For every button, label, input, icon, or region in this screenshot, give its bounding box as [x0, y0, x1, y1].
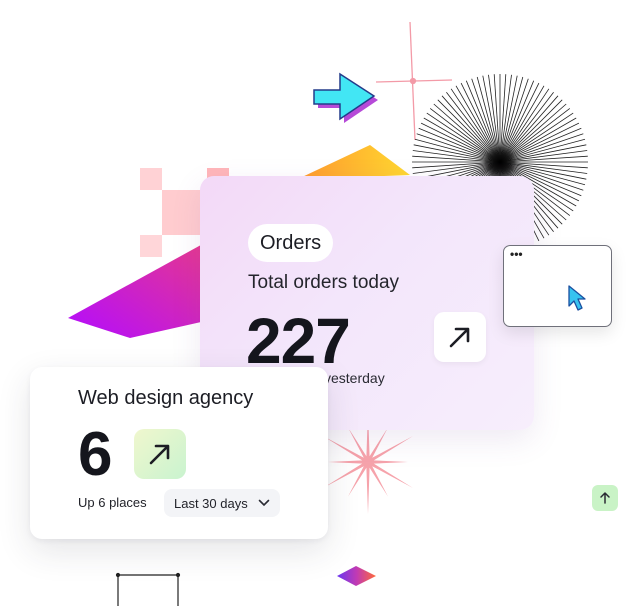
- orders-arrow-button[interactable]: [434, 312, 486, 362]
- orders-comparison-text: yesterday: [324, 370, 385, 386]
- window-dots: •••: [510, 247, 523, 261]
- orders-subtitle: Total orders today: [248, 272, 400, 293]
- yellow-triangle-shape: [300, 145, 410, 178]
- cursor-arrow-icon: [568, 285, 586, 311]
- arrow-up-right-icon: [449, 327, 470, 348]
- gradient-diamond-shape: [337, 566, 376, 586]
- period-select[interactable]: Last 30 days: [164, 489, 280, 517]
- agency-note: Up 6 places: [78, 495, 147, 510]
- arrow-up-right-icon: [149, 444, 170, 465]
- orders-pill: Orders: [248, 224, 334, 262]
- period-select-value: Last 30 days: [174, 495, 248, 511]
- cyan-arrow-shape: [313, 72, 378, 123]
- up-button[interactable]: [592, 485, 618, 511]
- arrow-up-icon: [600, 492, 610, 504]
- agency-card: Web design agency 6 Up 6 places Last 30 …: [30, 367, 328, 539]
- chevron-down-icon: [258, 499, 270, 507]
- agency-title: Web design agency: [78, 387, 254, 409]
- agency-arrow-button[interactable]: [134, 429, 186, 479]
- purple-ribbon-shape: [68, 240, 210, 338]
- outline-square-shape: [115, 572, 181, 606]
- agency-value: 6: [78, 420, 113, 489]
- mini-window: •••: [503, 245, 612, 327]
